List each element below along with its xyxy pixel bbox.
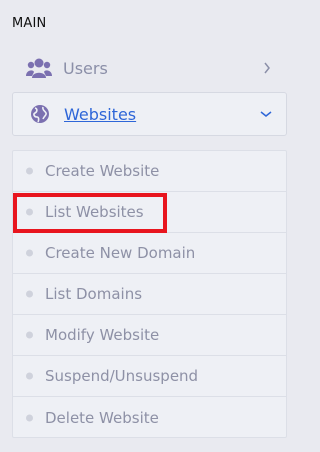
nav-label-users: Users [63,58,108,78]
submenu-label: Modify Website [45,326,160,344]
bullet-icon [26,331,33,339]
submenu-item-suspend-unsuspend[interactable]: Suspend/Unsuspend [13,356,286,397]
bullet-icon [26,208,33,216]
chevron-right-icon [261,62,273,74]
nav-item-websites[interactable]: Websites [12,92,287,136]
submenu-label: Create Website [45,162,160,180]
websites-submenu: Create Website List Websites Create New … [12,150,287,438]
bullet-icon [26,290,33,298]
globe-icon [27,103,53,125]
submenu-item-create-new-domain[interactable]: Create New Domain [13,233,286,274]
submenu-label: List Domains [45,285,143,303]
submenu-label: Suspend/Unsuspend [45,367,199,385]
submenu-label: Delete Website [45,408,159,427]
submenu-label: List Websites [45,203,144,221]
submenu-item-delete-website[interactable]: Delete Website [13,397,286,438]
bullet-icon [26,414,33,421]
chevron-down-icon [260,108,272,120]
bullet-icon [26,372,33,380]
section-title: MAIN [12,16,47,31]
submenu-label: Create New Domain [45,244,196,262]
users-icon [26,57,52,79]
nav-item-users[interactable]: Users [12,46,287,90]
submenu-item-modify-website[interactable]: Modify Website [13,315,286,356]
nav-label-websites[interactable]: Websites [64,105,136,124]
bullet-icon [26,249,33,257]
submenu-item-list-domains[interactable]: List Domains [13,274,286,315]
bullet-icon [26,167,33,175]
submenu-item-list-websites[interactable]: List Websites [13,192,286,233]
submenu-item-create-website[interactable]: Create Website [13,151,286,192]
sidebar: MAIN Users Websites Create Website List … [0,0,306,452]
